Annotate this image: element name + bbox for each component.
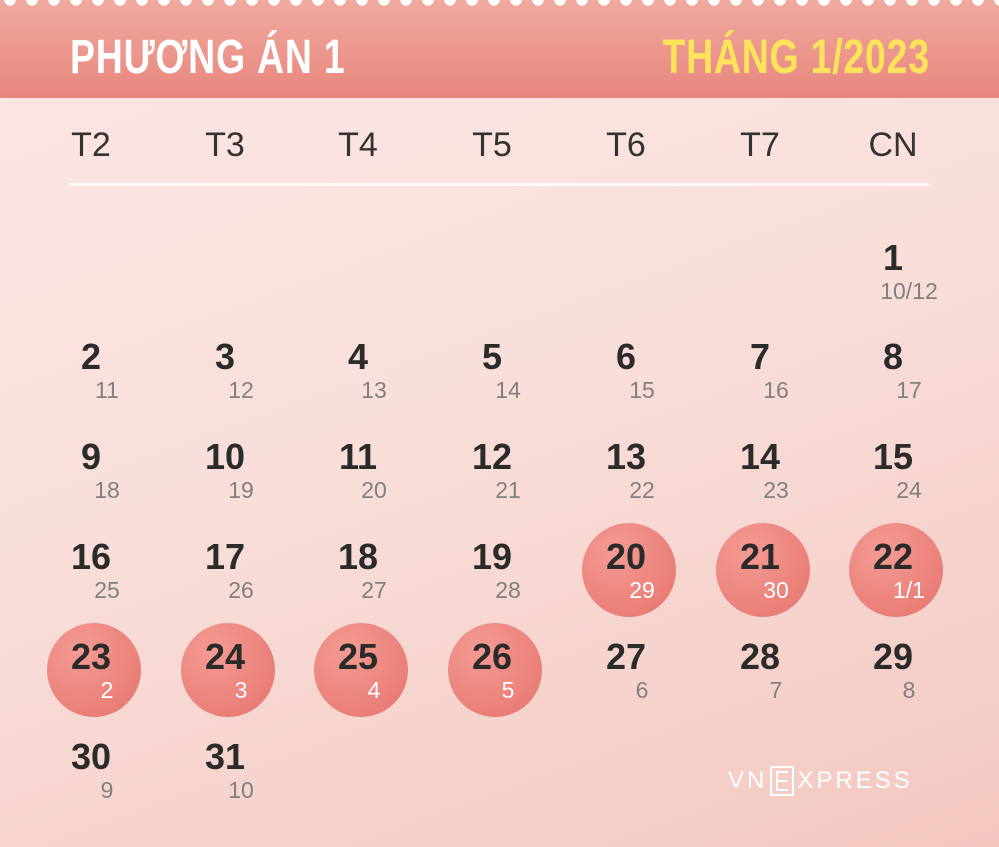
day-number: 11 (338, 436, 378, 477)
day-number: 10 (204, 436, 246, 477)
lunar-date: 30 (763, 577, 789, 603)
day-number: 24 (204, 636, 246, 677)
day-number: 21 (739, 536, 781, 577)
vnexpress-logo: VN XPRESS (728, 766, 913, 796)
lunar-date: 27 (361, 577, 387, 603)
lunar-date: 10/12 (880, 278, 938, 304)
lunar-date: 11 (95, 377, 119, 403)
day-number: 12 (471, 436, 513, 477)
day-number: 1 (882, 237, 904, 278)
day-number: 29 (872, 636, 914, 677)
day-number: 17 (204, 536, 246, 577)
logo-e-mark (770, 766, 795, 796)
day-number: 28 (739, 636, 781, 677)
day-number: 4 (347, 336, 369, 377)
lunar-date: 26 (228, 577, 254, 603)
lunar-date: 25 (94, 577, 120, 603)
lunar-date: 4 (367, 677, 381, 703)
lunar-date: 23 (763, 477, 789, 503)
lunar-date: 16 (763, 377, 789, 403)
day-number: 22 (872, 536, 914, 577)
day-number: 23 (70, 636, 112, 677)
day-number: 7 (749, 336, 771, 377)
lunar-date: 9 (100, 777, 114, 803)
lunar-date: 2 (100, 677, 114, 703)
lunar-date: 14 (495, 377, 521, 403)
lunar-date: 10 (228, 777, 254, 803)
day-number: 15 (872, 436, 914, 477)
day-number: 20 (605, 536, 647, 577)
day-number: 30 (70, 736, 112, 777)
lunar-date: 18 (94, 477, 120, 503)
lunar-date: 28 (495, 577, 521, 603)
day-number: 16 (70, 536, 112, 577)
day-number: 8 (882, 336, 904, 377)
lunar-date: 19 (228, 477, 254, 503)
day-number: 19 (471, 536, 513, 577)
day-number: 31 (204, 736, 246, 777)
day-number: 14 (739, 436, 781, 477)
day-number: 13 (605, 436, 647, 477)
day-number: 18 (337, 536, 379, 577)
lunar-date: 13 (361, 377, 387, 403)
day-number: 25 (337, 636, 379, 677)
lunar-date: 21 (495, 477, 521, 503)
logo-text-left: VN (728, 767, 768, 794)
day-number: 27 (605, 636, 647, 677)
day-number: 3 (214, 336, 236, 377)
day-grid: 1 10/12 2 11 3 12 4 13 5 14 6 15 7 16 8 17 9 18 10 19 11 20 12… (0, 0, 999, 847)
lunar-date: 20 (361, 477, 387, 503)
lunar-date: 12 (228, 377, 254, 403)
lunar-date: 29 (629, 577, 655, 603)
lunar-date: 3 (234, 677, 248, 703)
lunar-date: 8 (902, 677, 916, 703)
lunar-date: 15 (629, 377, 655, 403)
day-number: 9 (80, 436, 102, 477)
lunar-date: 1/1 (893, 577, 925, 603)
lunar-date: 7 (769, 677, 783, 703)
day-number: 5 (481, 336, 503, 377)
day-number: 26 (471, 636, 513, 677)
logo-text-right: XPRESS (797, 767, 913, 794)
lunar-date: 6 (635, 677, 649, 703)
day-number: 6 (615, 336, 637, 377)
day-number: 2 (80, 336, 102, 377)
lunar-date: 22 (629, 477, 655, 503)
lunar-date: 5 (501, 677, 515, 703)
lunar-date: 17 (896, 377, 922, 403)
lunar-date: 24 (896, 477, 922, 503)
